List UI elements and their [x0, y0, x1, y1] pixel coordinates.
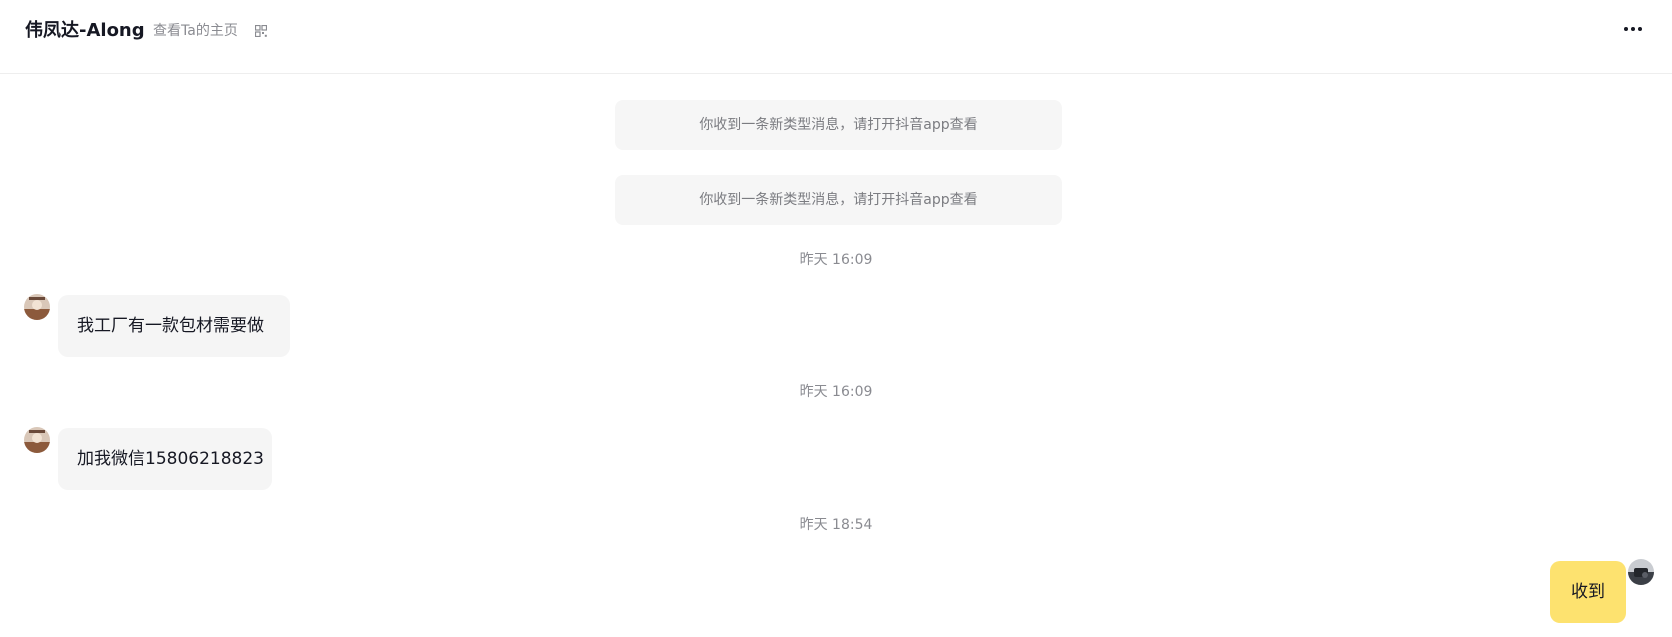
my-avatar[interactable]: [1628, 559, 1654, 585]
contact-avatar[interactable]: [24, 294, 50, 320]
more-options-button[interactable]: [1620, 18, 1650, 42]
more-horizontal-icon: [1624, 27, 1646, 33]
message-timestamp: 昨天 16:09: [799, 252, 873, 268]
contact-name: 伟凤达-Along: [25, 20, 145, 41]
message-timestamp: 昨天 16:09: [799, 384, 873, 400]
incoming-message: 我工厂有一款包材需要做: [58, 295, 290, 357]
qr-code-icon[interactable]: [255, 25, 267, 37]
contact-avatar[interactable]: [24, 427, 50, 453]
outgoing-message: 收到: [1550, 561, 1626, 623]
view-profile-link[interactable]: 查看Ta的主页: [153, 20, 238, 42]
system-notice: 你收到一条新类型消息，请打开抖音app查看: [615, 100, 1062, 150]
chat-window: 伟凤达-Along 查看Ta的主页 你收到一条新类型消息，请打开抖音app查看 …: [0, 0, 1672, 637]
system-notice: 你收到一条新类型消息，请打开抖音app查看: [615, 175, 1062, 225]
incoming-message: 加我微信15806218823: [58, 428, 272, 490]
chat-header: 伟凤达-Along 查看Ta的主页: [0, 0, 1672, 74]
message-timestamp: 昨天 18:54: [799, 517, 873, 533]
